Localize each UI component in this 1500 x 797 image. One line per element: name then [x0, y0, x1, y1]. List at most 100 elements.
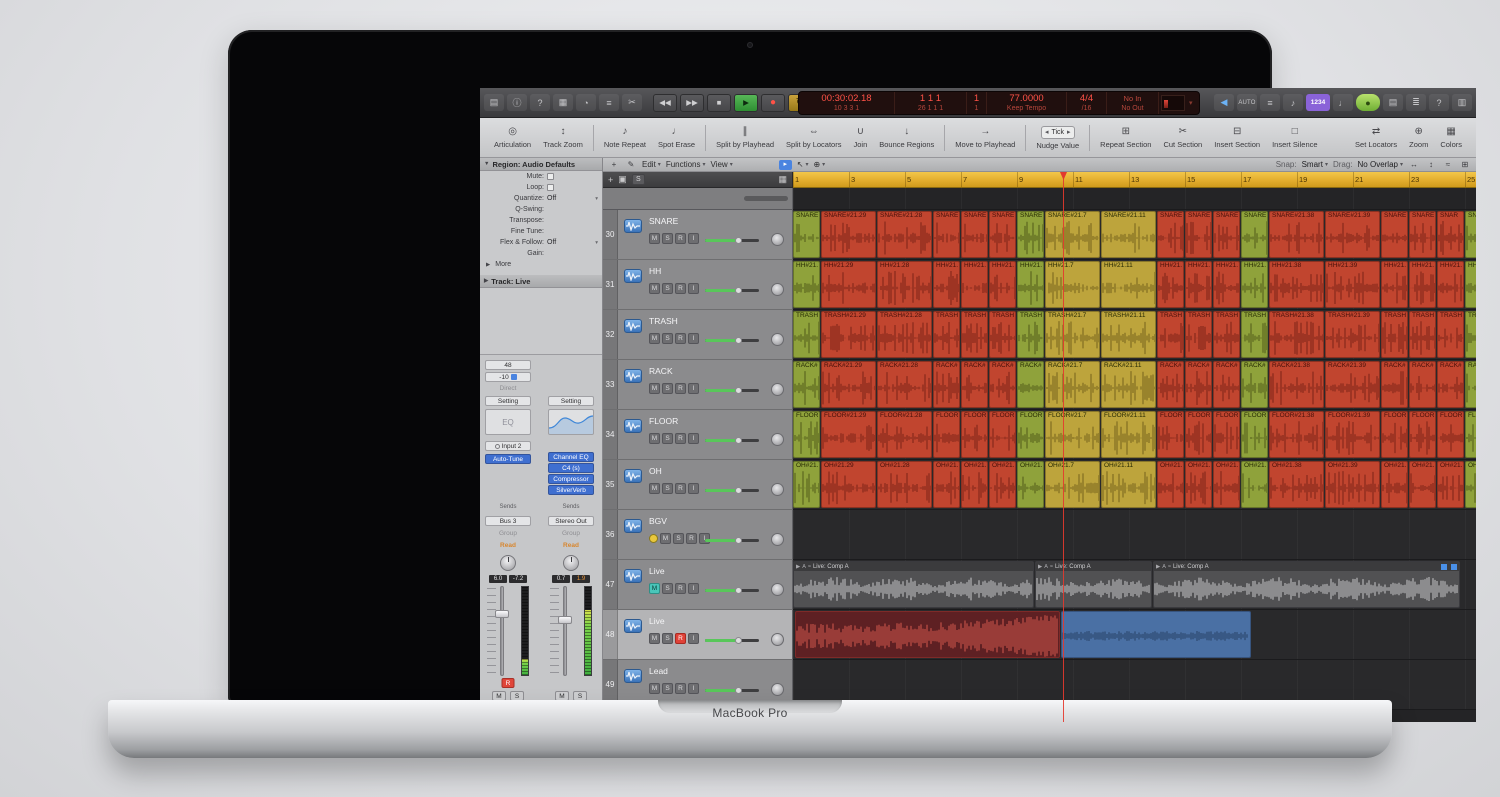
disclosure-icon[interactable]: ▶ [1038, 564, 1042, 570]
view-menu[interactable]: View▾ [711, 160, 733, 169]
track-lane-35[interactable]: OH#21.OH#21.29OH#21.28OH#21.OH#21.OH#21.… [793, 460, 1476, 510]
pan-knob[interactable] [771, 683, 784, 696]
smart-controls-icon[interactable]: ◔ [576, 94, 596, 111]
region[interactable]: TRASH [1185, 311, 1212, 358]
region-param-gain[interactable]: Gain: [480, 248, 602, 259]
region[interactable]: OH#21. [1157, 461, 1184, 508]
disclosure-icon[interactable]: ▶ [1156, 564, 1160, 570]
region[interactable]: SNARE#21.29 [821, 211, 876, 258]
region[interactable]: TRASH [1409, 311, 1436, 358]
region[interactable]: FLOOR [1213, 411, 1240, 458]
region[interactable]: RACK# [1017, 361, 1044, 408]
track-header-47[interactable]: 47LiveMSRI [603, 560, 793, 610]
i-button[interactable]: I [688, 633, 699, 644]
region[interactable]: OH#21. [1381, 461, 1408, 508]
fader-cap[interactable] [558, 616, 572, 624]
region[interactable]: OH#21. [1241, 461, 1268, 508]
metronome-icon[interactable]: ♩ [1333, 94, 1353, 111]
m-button[interactable]: M [649, 433, 660, 444]
track-header-33[interactable]: 33RACKMSRI [603, 360, 793, 410]
region[interactable]: SNARE#21.39 [1325, 211, 1380, 258]
region[interactable]: TRASH [1437, 311, 1464, 358]
region-param-transpose[interactable]: Transpose: [480, 215, 602, 226]
region-param-qswing[interactable]: Q-Swing: [480, 204, 602, 215]
functions-menu[interactable]: Functions▾ [666, 160, 706, 169]
region[interactable]: SNARE# [1465, 211, 1476, 258]
s-button[interactable]: S [662, 483, 673, 494]
list-editors-icon[interactable]: ≣ [1406, 94, 1426, 111]
region[interactable]: RACK# [1157, 361, 1184, 408]
lcd-field-4[interactable]: 4/4/16 [1067, 92, 1107, 114]
add-track-button[interactable]: + [608, 175, 613, 185]
region[interactable]: OH#21. [933, 461, 960, 508]
lcd-dropdown-chevron[interactable]: ▾ [1187, 92, 1195, 114]
region[interactable]: FLOOR [989, 411, 1016, 458]
eq-gain-display[interactable]: -10 [485, 372, 531, 382]
track-lane-30[interactable]: SNARESNARE#21.29SNARE#21.28SNARE#SNARESN… [793, 210, 1476, 260]
region-param-mute[interactable]: Mute: [480, 171, 602, 182]
volume-fader[interactable] [550, 586, 592, 676]
volume-slider[interactable] [705, 589, 759, 592]
s-button[interactable]: S [662, 583, 673, 594]
pencil-tool-icon[interactable]: ✎ [625, 160, 637, 169]
i-button[interactable]: I [688, 483, 699, 494]
region[interactable]: TRASH [1017, 311, 1044, 358]
zoom-presets-icon[interactable]: ⊞ [1459, 160, 1471, 169]
record-enable-button[interactable]: R [502, 678, 515, 688]
setting-button[interactable]: Setting [485, 396, 531, 406]
move-to-playhead-button[interactable]: →Move to Playhead [949, 120, 1021, 156]
region[interactable]: TRASH [1241, 311, 1268, 358]
region[interactable]: HH#21. [933, 261, 960, 308]
track-header-31[interactable]: 31HHMSRI [603, 260, 793, 310]
r-button[interactable]: R [675, 583, 686, 594]
bounce-regions-button[interactable]: ↓Bounce Regions [873, 120, 940, 156]
region[interactable]: SNARE [1213, 211, 1240, 258]
rewind-button[interactable]: ◀◀ [653, 94, 677, 112]
volume-fader[interactable] [487, 586, 529, 676]
record-button[interactable]: ● [761, 94, 785, 112]
editors-icon[interactable]: ✂ [622, 94, 642, 111]
r-button[interactable]: R [675, 383, 686, 394]
track-header-48[interactable]: 48LiveMSRI [603, 610, 793, 660]
audio-fx-slot[interactable]: Auto-Tune [485, 454, 531, 464]
region[interactable]: FLOOR [1157, 411, 1184, 458]
region[interactable]: OH#21. [1409, 461, 1436, 508]
colors-button[interactable]: ▦Colors [1434, 120, 1468, 156]
region[interactable]: OH#21. [793, 461, 820, 508]
take-region[interactable]: ▶A≈Live: Comp A [1153, 561, 1460, 608]
region[interactable]: HH#21.39 [1325, 261, 1380, 308]
lcd-field-2[interactable]: 11 [967, 92, 987, 114]
region[interactable]: HH#21. [1381, 261, 1408, 308]
region[interactable]: HH#21. [1185, 261, 1212, 308]
pan-knob[interactable] [771, 433, 784, 446]
region[interactable]: SNARE [793, 211, 820, 258]
region[interactable]: OH#21.29 [821, 461, 876, 508]
s-button[interactable]: S [662, 383, 673, 394]
nudge-stepper[interactable]: ◂Tick▸ [1041, 126, 1075, 139]
region[interactable]: TRASH [933, 311, 960, 358]
region[interactable]: SNARE [989, 211, 1016, 258]
track-header-32[interactable]: 32TRASHMSRI [603, 310, 793, 360]
audio-region[interactable] [1061, 611, 1251, 658]
s-button[interactable]: S [662, 283, 673, 294]
duplicate-track-button[interactable]: ▣ [618, 174, 627, 185]
take-chip[interactable] [1451, 564, 1457, 570]
region[interactable]: FLOOR#21.29 [821, 411, 876, 458]
region[interactable]: TRASH [1465, 311, 1476, 358]
region[interactable]: RACK#21.39 [1325, 361, 1380, 408]
mixer-icon[interactable]: ≡ [599, 94, 619, 111]
s-button[interactable]: S [662, 633, 673, 644]
help-icon[interactable]: ? [1429, 94, 1449, 111]
track-lane-32[interactable]: TRASHTRASH#21.29TRASH#21.28TRASHTRASHTRA… [793, 310, 1476, 360]
m-button[interactable]: M [649, 483, 660, 494]
region[interactable]: TRASH#21.39 [1325, 311, 1380, 358]
region-param-loop[interactable]: Loop: [480, 182, 602, 193]
playhead[interactable] [1063, 172, 1064, 722]
region[interactable]: SNARE [1185, 211, 1212, 258]
split-by-locators-button[interactable]: ⇔Split by Locators [780, 120, 847, 156]
region[interactable]: SNARE# [1241, 211, 1268, 258]
region[interactable]: RACK#21.28 [877, 361, 932, 408]
pan-knob[interactable] [500, 555, 516, 571]
region[interactable]: OH#21. [961, 461, 988, 508]
snap-value-dropdown[interactable]: Smart▾ [1302, 160, 1328, 169]
